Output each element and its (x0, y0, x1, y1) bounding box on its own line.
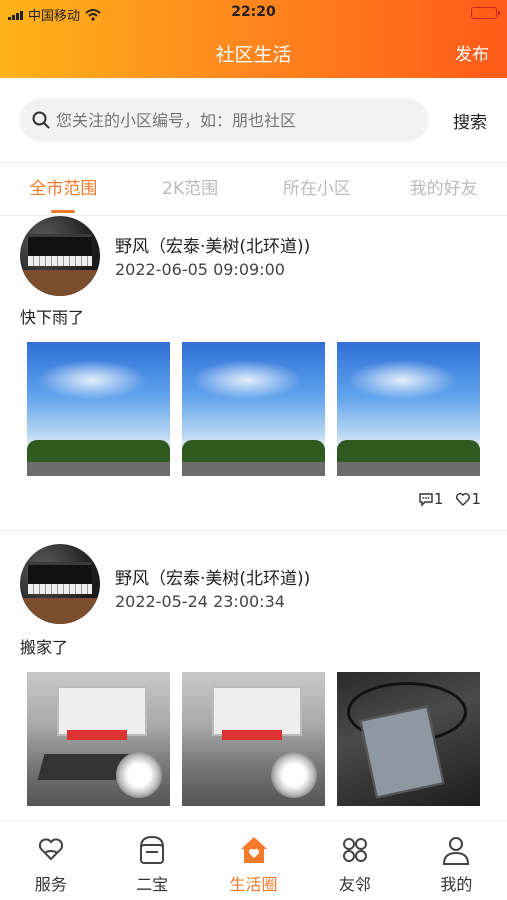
post-photo[interactable] (27, 672, 170, 806)
grid-icon (342, 838, 367, 862)
post-content: 快下雨了 (20, 308, 85, 327)
comment-button[interactable]: 1 (418, 490, 444, 508)
post-photo[interactable] (337, 672, 480, 806)
tabbar-label: 我的 (440, 875, 473, 894)
post-photos (27, 342, 482, 476)
post-author[interactable]: 野风（宏泰·美树(北环道)) (115, 564, 310, 589)
tabbar-label: 二宝 (136, 875, 169, 894)
comment-count: 1 (433, 490, 444, 508)
avatar[interactable] (20, 544, 100, 624)
comment-icon (419, 493, 433, 507)
search-button[interactable]: 搜索 (453, 108, 487, 133)
post-photo[interactable] (337, 342, 480, 476)
search-box[interactable] (20, 98, 428, 142)
tabbar-label: 服务 (34, 875, 67, 894)
bottom-tabbar: 服务 二宝 生活圈 友邻 我的 (0, 820, 507, 900)
post-card[interactable]: 野风（宏泰·美树(北环道)) 2022-05-24 23:00:34 搬家了 (0, 530, 507, 820)
post-photo[interactable] (182, 672, 325, 806)
post-author[interactable]: 野风（宏泰·美树(北环道)) (115, 232, 310, 257)
app-header: 中国移动 22:20 社区生活 发布 (0, 0, 507, 78)
tab-city[interactable]: 全市范围 (0, 163, 127, 215)
tabbar-item-service[interactable]: 服务 (0, 821, 101, 900)
post-actions: 1 1 (418, 490, 481, 508)
tabbar-item-neighbors[interactable]: 友邻 (304, 821, 405, 900)
bag-icon (140, 835, 165, 864)
tab-friends[interactable]: 我的好友 (380, 163, 507, 215)
tabbar-item-lifecircle[interactable]: 生活圈 (203, 821, 304, 900)
post-photo[interactable] (182, 342, 325, 476)
tabbar-label: 友邻 (338, 875, 371, 894)
tab-community[interactable]: 所在小区 (254, 163, 381, 215)
like-count: 1 (471, 490, 481, 508)
heart-icon (456, 493, 471, 506)
battery-icon (471, 7, 500, 19)
handshake-heart-icon (38, 838, 63, 861)
search-icon (32, 111, 50, 129)
like-button[interactable]: 1 (455, 490, 481, 508)
search-input[interactable] (56, 110, 416, 130)
post-date: 2022-05-24 23:00:34 (115, 592, 285, 611)
post-photo[interactable] (27, 342, 170, 476)
user-icon (443, 837, 470, 865)
post-content: 搬家了 (20, 638, 69, 657)
post-date: 2022-06-05 09:09:00 (115, 260, 285, 279)
post-feed[interactable]: 野风（宏泰·美树(北环道)) 2022-06-05 09:09:00 快下雨了 … (0, 216, 507, 820)
post-card[interactable]: 野风（宏泰·美树(北环道)) 2022-06-05 09:09:00 快下雨了 … (0, 216, 507, 530)
avatar[interactable] (20, 216, 100, 296)
post-photos (27, 672, 482, 806)
tabbar-label: 生活圈 (229, 875, 278, 894)
search-row: 搜索 (20, 98, 487, 142)
status-time: 22:20 (231, 4, 276, 20)
tabbar-item-secondhand[interactable]: 二宝 (101, 821, 202, 900)
status-bar: 中国移动 22:20 (0, 0, 507, 26)
tabbar-item-mine[interactable]: 我的 (406, 821, 507, 900)
tab-2k[interactable]: 2K范围 (127, 163, 254, 215)
publish-button[interactable]: 发布 (455, 40, 489, 65)
home-icon (240, 837, 267, 863)
scope-tabs: 全市范围 2K范围 所在小区 我的好友 (0, 162, 507, 216)
page-title: 社区生活 (215, 44, 292, 66)
